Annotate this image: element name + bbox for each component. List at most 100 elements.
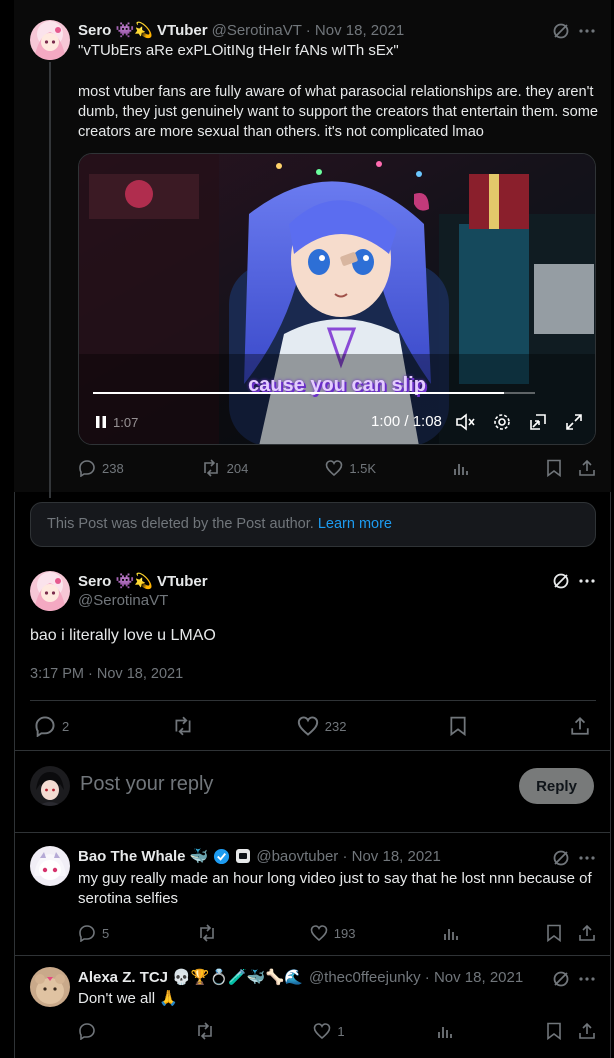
- reply-icon: [79, 1023, 95, 1040]
- heart-icon: [310, 925, 328, 942]
- avatar[interactable]: [30, 571, 70, 611]
- divider: [30, 700, 596, 701]
- video-progress-track[interactable]: [93, 392, 535, 394]
- repost-button[interactable]: [195, 1022, 221, 1040]
- bookmark-icon[interactable]: [546, 1022, 562, 1040]
- post-text-body: most vtuber fans are fully aware of what…: [78, 84, 598, 140]
- repost-count: 204: [226, 460, 249, 476]
- reply-button[interactable]: 238: [78, 459, 124, 477]
- repost-icon: [197, 1022, 212, 1040]
- reply-button[interactable]: 2: [34, 715, 69, 737]
- divider: [14, 955, 611, 956]
- views-chart-icon: [438, 1027, 453, 1038]
- repost-button[interactable]: [172, 716, 194, 736]
- video-left-controls: 1:07: [93, 414, 138, 430]
- reply-1-right-actions: [546, 924, 596, 942]
- learn-more-link[interactable]: Learn more: [318, 516, 392, 532]
- parent-right-actions: [546, 459, 596, 477]
- post-text-line1: "vTUbErs aRe exPLOitINg tHeIr fANs wITh …: [78, 42, 399, 59]
- share-icon[interactable]: [578, 1022, 596, 1040]
- more-options-icon[interactable]: [578, 970, 596, 988]
- avatar[interactable]: [30, 20, 70, 60]
- reply-1-handle-date[interactable]: @baovtuber · Nov 18, 2021: [256, 848, 441, 865]
- more-options-icon[interactable]: [578, 849, 596, 867]
- video-elapsed-ghost: 1:07: [113, 414, 139, 430]
- reply-2-display-name[interactable]: Alexa Z. TCJ 💀🏆💍🧪🐳🦴🌊: [78, 968, 303, 986]
- reply-count: 5: [102, 925, 110, 941]
- like-count: 1: [337, 1023, 345, 1039]
- reply-button[interactable]: 5: [78, 924, 109, 942]
- grok-icon[interactable]: [552, 22, 570, 40]
- reply-2-handle-date[interactable]: @thec0ffeejunky · Nov 18, 2021: [309, 969, 523, 986]
- reply-2-header: Alexa Z. TCJ 💀🏆💍🧪🐳🦴🌊 @thec0ffeejunky · N…: [78, 968, 523, 987]
- like-count: 232: [324, 718, 347, 734]
- main-post-text: bao i literally love u LMAO: [30, 627, 216, 644]
- share-icon[interactable]: [578, 459, 596, 477]
- share-icon: [571, 716, 589, 735]
- mute-icon[interactable]: [455, 413, 475, 431]
- reply-2-text: Don't we all 🙏: [78, 990, 178, 1007]
- reply-2-action-bar: 1: [78, 1022, 596, 1040]
- grok-icon[interactable]: [552, 849, 570, 867]
- like-button[interactable]: 193: [310, 924, 355, 942]
- reply-1-action-bar: 5 193: [78, 924, 596, 942]
- views-button[interactable]: [443, 925, 459, 941]
- heart-icon: [297, 716, 318, 736]
- handle-and-date[interactable]: @SerotinaVT · Nov 18, 2021: [212, 22, 405, 39]
- main-post-timestamp[interactable]: 3:17 PM · Nov 18, 2021: [30, 666, 183, 682]
- bookmark-icon: [450, 716, 466, 736]
- views-button[interactable]: [437, 1023, 453, 1039]
- views-chart-icon: [443, 929, 458, 940]
- like-button[interactable]: 1: [313, 1022, 345, 1040]
- reply-button[interactable]: Reply: [519, 768, 594, 804]
- bookmark-button[interactable]: [449, 716, 467, 736]
- more-options-icon[interactable]: [578, 572, 596, 590]
- deleted-post-notice: This Post was deleted by the Post author…: [30, 502, 596, 547]
- repost-button[interactable]: [197, 924, 223, 942]
- reply-1-header: Bao The Whale 🐳 @baovtuber · Nov 18, 202…: [78, 847, 441, 866]
- reply-icon: [35, 716, 55, 737]
- main-action-bar: 2 232: [34, 715, 590, 737]
- bookmark-icon[interactable]: [546, 459, 562, 477]
- repost-icon: [203, 459, 218, 477]
- like-button[interactable]: 232: [297, 715, 347, 737]
- bookmark-icon[interactable]: [546, 924, 562, 942]
- fullscreen-icon[interactable]: [565, 413, 583, 431]
- video-progress-fill: [93, 392, 505, 394]
- like-count: 1.5K: [349, 460, 377, 476]
- heart-icon: [314, 1023, 331, 1040]
- repost-icon: [175, 716, 191, 736]
- more-options-icon[interactable]: [578, 22, 596, 40]
- video-player[interactable]: cause you can slip 1:07 1:00 / 1:08: [78, 153, 596, 445]
- display-name[interactable]: Sero 👾💫 VTuber: [78, 21, 208, 39]
- avatar[interactable]: [30, 846, 70, 886]
- avatar[interactable]: [30, 967, 70, 1007]
- reply-button[interactable]: [78, 1022, 102, 1040]
- share-button[interactable]: [570, 716, 590, 736]
- grok-icon[interactable]: [552, 572, 570, 590]
- reply-count: 238: [102, 460, 124, 476]
- grok-icon[interactable]: [552, 970, 570, 988]
- deleted-notice-text: This Post was deleted by the Post author…: [47, 516, 314, 532]
- repost-button[interactable]: 204: [201, 459, 249, 477]
- reply-icon: [79, 460, 95, 477]
- share-icon[interactable]: [578, 924, 596, 942]
- divider: [14, 750, 611, 751]
- current-user-avatar[interactable]: [30, 766, 70, 806]
- main-display-name[interactable]: Sero 👾💫 VTuber: [78, 572, 208, 590]
- parent-action-bar: 238 204 1.5K: [78, 459, 596, 477]
- views-button[interactable]: [453, 460, 469, 476]
- affiliate-badge-icon: [236, 849, 251, 863]
- reply-icon: [79, 925, 95, 942]
- reply-2-right-actions: [546, 1022, 596, 1040]
- reply-1-display-name[interactable]: Bao The Whale 🐳: [78, 847, 208, 865]
- main-handle[interactable]: @SerotinaVT: [78, 592, 168, 609]
- reply-count: 2: [62, 718, 70, 734]
- like-button[interactable]: 1.5K: [325, 459, 376, 477]
- reply-input[interactable]: Post your reply: [80, 773, 213, 796]
- video-time: 1:00 / 1:08: [371, 413, 442, 430]
- settings-gear-icon[interactable]: [493, 413, 511, 431]
- heart-icon: [326, 460, 343, 477]
- picture-in-picture-icon[interactable]: [529, 413, 547, 431]
- pause-icon[interactable]: [93, 414, 109, 430]
